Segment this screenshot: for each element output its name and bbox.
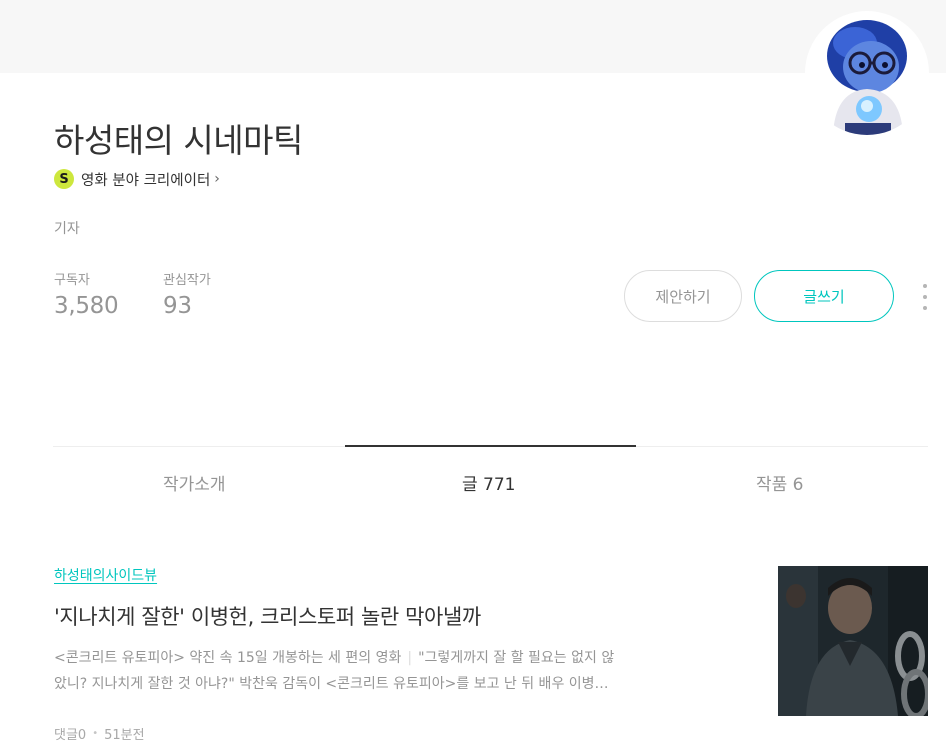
creator-s-badge-icon: S (54, 169, 74, 189)
following-stat[interactable]: 관심작가 93 (163, 269, 211, 319)
more-options-icon[interactable] (920, 284, 930, 310)
cover-band (0, 0, 946, 73)
article-meta: 댓글0 • 51분전 (54, 724, 145, 743)
subscribers-stat[interactable]: 구독자 3,580 (54, 269, 119, 319)
active-tab-indicator (345, 445, 636, 447)
dot (923, 306, 927, 310)
excerpt-line: 았니? 지나치게 잘한 것 아냐?" 박찬욱 감독이 <콘크리트 유토피아>를 … (54, 676, 609, 692)
excerpt-separator: | (407, 650, 413, 666)
meta-separator-dot: • (92, 728, 99, 739)
author-job: 기자 (54, 221, 80, 237)
thumbnail-image (778, 566, 928, 716)
following-label: 관심작가 (163, 273, 211, 288)
following-count: 93 (163, 293, 192, 319)
write-button[interactable]: 글쓰기 (754, 270, 894, 322)
article-excerpt[interactable]: <콘크리트 유토피아> 약진 속 15일 개봉하는 세 편의 영화 | "그렇게까지… (54, 645, 730, 697)
avatar[interactable] (805, 11, 929, 135)
dot (923, 295, 927, 299)
tab-works[interactable]: 작품 6 (756, 470, 804, 495)
excerpt-line: <콘크리트 유토피아> 약진 속 15일 개봉하는 세 편의 영화 | "그렇게까지… (54, 645, 730, 671)
article-thumbnail[interactable] (778, 566, 928, 716)
chevron-right-icon: › (214, 171, 220, 187)
creator-badge-link[interactable]: S 영화 분야 크리에이터 › (54, 168, 220, 190)
subscribers-label: 구독자 (54, 273, 90, 288)
tab-posts[interactable]: 글 771 (462, 470, 516, 495)
blog-title: 하성태의 시네마틱 (54, 121, 303, 160)
article-magazine-link[interactable]: 하성태의사이드뷰 (54, 565, 157, 585)
excerpt-text-start: "그렇게까지 잘 할 필요는 없지 않 (418, 650, 615, 666)
subscribers-count: 3,580 (54, 293, 119, 319)
excerpt-subtitle: <콘크리트 유토피아> 약진 속 15일 개봉하는 세 편의 영화 (54, 650, 402, 666)
comment-count: 댓글0 (54, 728, 87, 743)
dot (923, 284, 927, 288)
creator-category-label: 영화 분야 크리에이터 (81, 172, 211, 189)
suggest-button[interactable]: 제안하기 (624, 270, 742, 322)
tab-author-intro[interactable]: 작가소개 (163, 470, 226, 495)
post-time: 51분전 (104, 728, 145, 743)
article-title[interactable]: '지나치게 잘한' 이병헌, 크리스토퍼 놀란 막아낼까 (54, 601, 481, 631)
avatar-image (827, 20, 907, 135)
